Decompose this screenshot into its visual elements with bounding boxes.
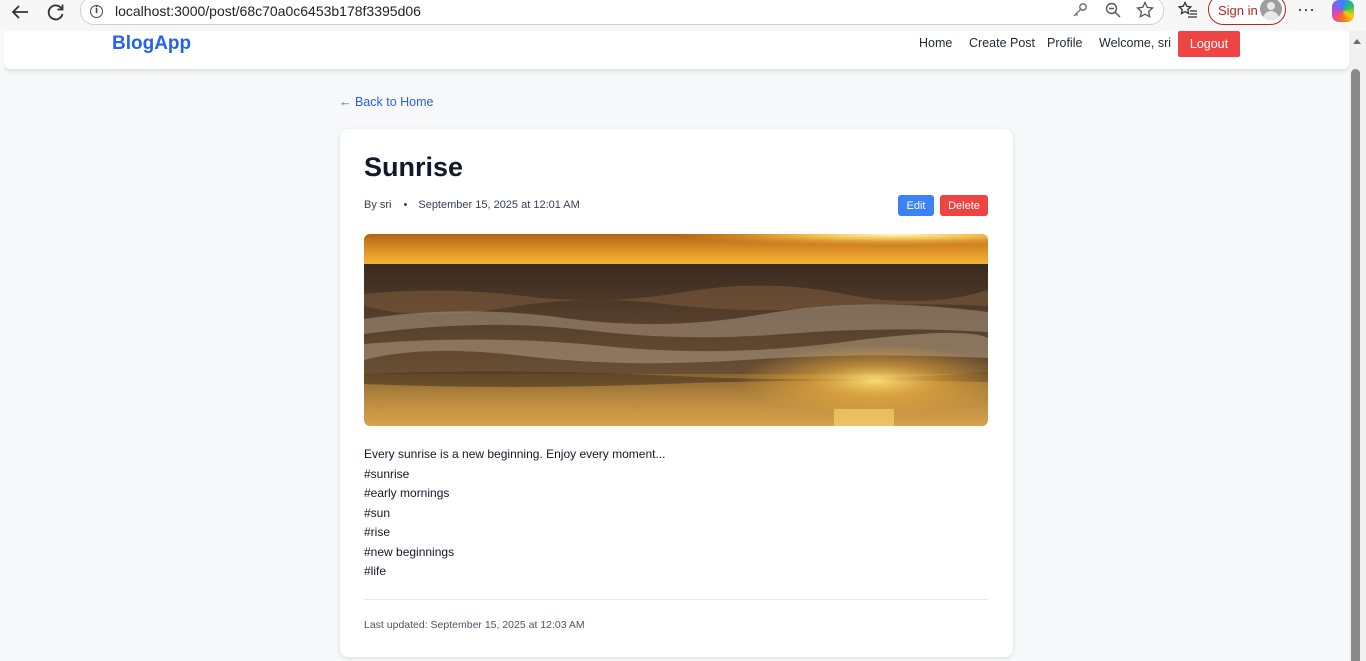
post-meta: By sri • September 15, 2025 at 12:01 AM [364, 199, 580, 211]
post-tag: #sun [364, 505, 391, 520]
favorite-star-icon[interactable] [1134, 0, 1156, 20]
password-key-icon[interactable] [1069, 0, 1091, 20]
post-tag: #sunrise [364, 466, 410, 481]
last-updated: Last updated: September 15, 2025 at 12:0… [364, 619, 585, 631]
post-title: Sunrise [364, 152, 464, 182]
page-viewport: BlogApp Home Create Post Profile Welcome… [4, 31, 1349, 661]
profile-avatar-icon [1260, 0, 1282, 20]
post-card: Sunrise By sri • September 15, 2025 at 1… [340, 129, 1013, 657]
scroll-up-arrow-icon[interactable] [1353, 39, 1361, 44]
nav-link-profile[interactable]: Profile [1047, 36, 1082, 50]
delete-button[interactable]: Delete [940, 195, 988, 216]
address-bar-url: localhost:3000/post/68c70a0c6453b178f339… [115, 3, 421, 19]
copilot-icon[interactable] [1332, 0, 1354, 22]
nav-link-create-post[interactable]: Create Post [969, 36, 1035, 50]
reload-icon[interactable] [41, 0, 71, 24]
favorites-list-icon[interactable] [1177, 0, 1199, 20]
welcome-text: Welcome, sri [1099, 36, 1172, 50]
post-date: September 15, 2025 at 12:01 AM [418, 199, 580, 211]
sign-in-label: Sign in [1218, 3, 1258, 18]
site-info-icon[interactable]: i [90, 5, 103, 18]
address-bar[interactable]: i localhost:3000/post/68c70a0c6453b178f3… [80, 0, 1164, 25]
edit-button[interactable]: Edit [898, 195, 934, 216]
brand-logo[interactable]: BlogApp [112, 33, 191, 55]
divider [364, 599, 988, 600]
post-author: By sri [364, 199, 392, 211]
post-body: Every sunrise is a new beginning. Enjoy … [364, 445, 988, 582]
sign-in-button[interactable]: Sign in [1208, 0, 1286, 25]
post-body-line: Every sunrise is a new beginning. Enjoy … [364, 447, 666, 461]
post-tag: #rise [364, 525, 391, 539]
post-tag: #life [364, 564, 387, 578]
post-tag: #early mornings [364, 486, 450, 500]
app-navbar: BlogApp Home Create Post Profile Welcome… [4, 31, 1349, 69]
more-options-icon[interactable]: ··· [1296, 0, 1316, 22]
meta-separator: • [403, 199, 408, 211]
scrollbar-thumb[interactable] [1351, 69, 1360, 661]
back-to-home-link[interactable]: ← Back to Home [339, 95, 433, 109]
zoom-out-icon[interactable] [1102, 0, 1124, 20]
back-arrow-icon[interactable] [5, 0, 35, 24]
browser-toolbar: i localhost:3000/post/68c70a0c6453b178f3… [0, 0, 1366, 31]
post-hero-image [364, 234, 988, 426]
logout-button[interactable]: Logout [1178, 31, 1240, 57]
vertical-scrollbar[interactable] [1349, 31, 1366, 661]
post-tag: #new beginnings [364, 544, 455, 559]
sunrise-beach-image [364, 234, 988, 426]
nav-link-home[interactable]: Home [919, 36, 952, 50]
